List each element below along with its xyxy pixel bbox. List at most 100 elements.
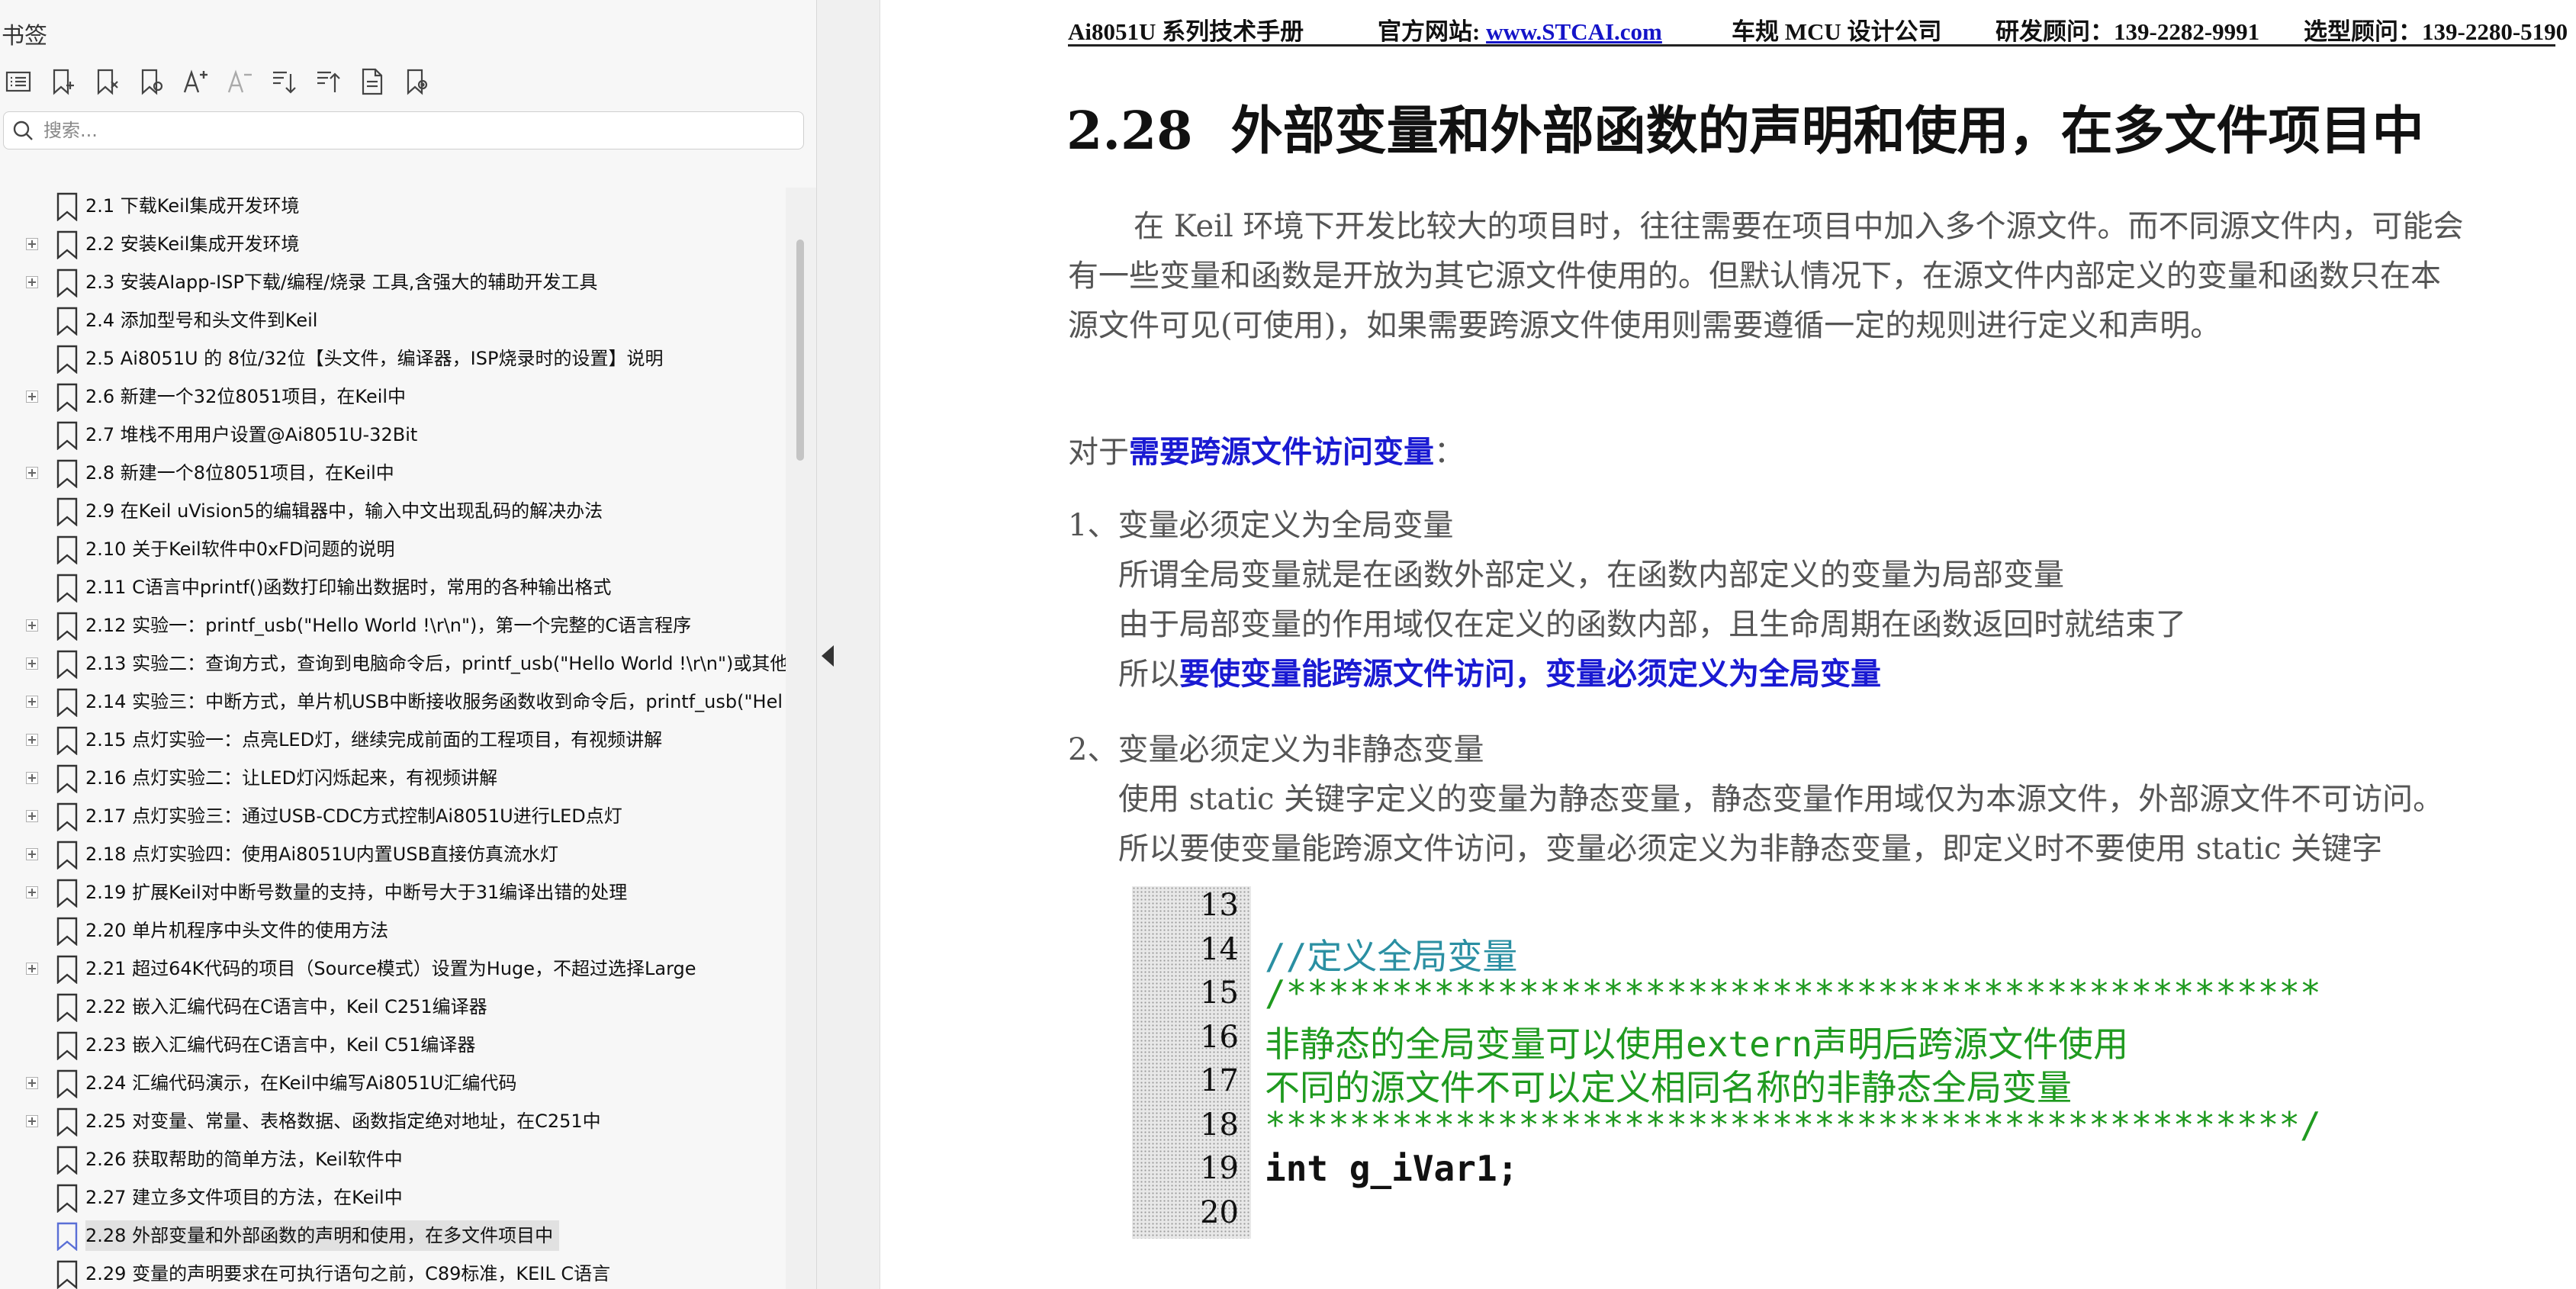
- bookmark-item[interactable]: 2.15 点灯实验一：点亮LED灯，继续完成前面的工程项目，有视频讲解: [0, 722, 786, 758]
- expand-toggle-icon[interactable]: [26, 772, 38, 784]
- expand-toggle-icon[interactable]: [26, 276, 38, 288]
- bookmark-item[interactable]: 2.29 变量的声明要求在可执行语句之前，C89标准，KEIL C语言: [0, 1255, 786, 1289]
- bookmark-icon: [56, 268, 78, 297]
- expand-all-icon[interactable]: [265, 63, 302, 101]
- collapse-panel-icon[interactable]: [822, 645, 834, 667]
- expand-toggle-icon[interactable]: [26, 238, 38, 250]
- rule1-line-1: 所谓全局变量就是在函数外部定义，在函数内部定义的变量为局部变量: [1118, 558, 2064, 593]
- bookmark-scrollbar[interactable]: [786, 188, 816, 1289]
- bookmarks-panel: 书签 搜索... 2.1 下载Keil集成开发环境 2.2 安装Keil集成开发…: [0, 0, 817, 1289]
- decrease-font-icon[interactable]: [221, 63, 258, 101]
- bookmark-icon: [56, 650, 78, 679]
- bookmark-item[interactable]: 2.3 安装AIapp-ISP下载/编程/烧录 工具,含强大的辅助开发工具: [0, 264, 786, 301]
- bookmark-item[interactable]: 2.22 嵌入汇编代码在C语言中，Keil C251编译器: [0, 988, 786, 1025]
- bookmark-item[interactable]: 2.26 获取帮助的简单方法，Keil软件中: [0, 1141, 786, 1178]
- code-screenshot: 13 14 //定义全局变量 15 /*************************…: [1132, 886, 2414, 1239]
- panel-title: 书签: [2, 23, 47, 50]
- expand-toggle-icon[interactable]: [26, 848, 38, 860]
- expand-toggle-icon[interactable]: [26, 734, 38, 746]
- bookmark-label: 2.16 点灯实验二：让LED灯闪烁起来，有视频讲解: [85, 767, 498, 789]
- bookmark-item[interactable]: 2.5 Ai8051U 的 8位/32位【头文件，编译器，ISP烧录时的设置】说…: [0, 340, 786, 377]
- search-input[interactable]: [42, 117, 793, 144]
- delete-bookmark-icon[interactable]: [88, 63, 125, 101]
- rule1-line-3: 所以要使变量能跨源文件访问，变量必须定义为全局变量: [1118, 649, 1881, 693]
- bookmark-item[interactable]: 2.19 扩展Keil对中断号数量的支持，中断号大于31编译出错的处理: [0, 874, 786, 911]
- bookmark-item[interactable]: 2.12 实验一：printf_usb("Hello World !\r\n")…: [0, 607, 786, 644]
- bookmark-item[interactable]: 2.23 嵌入汇编代码在C语言中，Keil C51编译器: [0, 1027, 786, 1063]
- bookmark-label: 2.2 安装Keil集成开发环境: [85, 233, 300, 255]
- bookmark-item[interactable]: 2.10 关于Keil软件中0xFD问题的说明: [0, 531, 786, 567]
- bookmark-label: 2.13 实验二：查询方式，查询到电脑命令后，printf_usb("Hello…: [85, 653, 786, 674]
- scrollbar-thumb[interactable]: [796, 239, 804, 461]
- site-link[interactable]: www.STCAI.com: [1486, 18, 1662, 45]
- section-title: 外部变量和外部函数的声明和使用，在多文件项目中: [1230, 101, 2424, 162]
- bookmark-item[interactable]: 2.9 在Keil uVision5的编辑器中，输入中文出现乱码的解决办法: [0, 493, 786, 529]
- bookmark-item[interactable]: 2.1 下载Keil集成开发环境: [0, 188, 786, 224]
- bookmark-list-icon[interactable]: [0, 63, 37, 101]
- rule1-prefix: 所以: [1118, 657, 1179, 692]
- bookmark-item[interactable]: 2.28 外部变量和外部函数的声明和使用，在多文件项目中: [0, 1217, 786, 1254]
- code-line-number: 18: [1200, 1107, 1239, 1143]
- bookmark-item[interactable]: 2.17 点灯实验三：通过USB-CDC方式控制Ai8051U进行LED点灯: [0, 798, 786, 834]
- code-line-number: 19: [1200, 1151, 1239, 1186]
- expand-toggle-icon[interactable]: [26, 1115, 38, 1127]
- expand-toggle-icon[interactable]: [26, 657, 38, 670]
- code-line: ****************************************…: [1265, 1104, 2321, 1146]
- expand-toggle-icon[interactable]: [26, 619, 38, 632]
- bookmark-item[interactable]: 2.14 实验三：中断方式，单片机USB中断接收服务函数收到命令后，printf…: [0, 683, 786, 720]
- bookmark-icon: [56, 879, 78, 908]
- bookmark-properties-icon[interactable]: [133, 63, 169, 101]
- bookmark-item[interactable]: 2.18 点灯实验四：使用Ai8051U内置USB直接仿真流水灯: [0, 836, 786, 873]
- dev-contact: 研发顾问：139-2282-9991: [1996, 18, 2260, 45]
- bookmark-label: 2.10 关于Keil软件中0xFD问题的说明: [85, 538, 395, 560]
- bookmark-item[interactable]: 2.2 安装Keil集成开发环境: [0, 226, 786, 262]
- bookmark-icon: [56, 955, 78, 984]
- bookmark-label: 2.27 建立多文件项目的方法，在Keil中: [85, 1187, 403, 1208]
- bookmark-label: 2.15 点灯实验一：点亮LED灯，继续完成前面的工程项目，有视频讲解: [85, 729, 663, 751]
- bookmark-item[interactable]: 2.21 超过64K代码的项目（Source模式）设置为Huge，不超过选择La…: [0, 950, 786, 987]
- bookmark-label: 2.8 新建一个8位8051项目，在Keil中: [85, 462, 394, 484]
- expand-toggle-icon[interactable]: [26, 467, 38, 479]
- bookmark-item[interactable]: 2.16 点灯实验二：让LED灯闪烁起来，有视频讲解: [0, 760, 786, 796]
- bookmark-icon: [56, 383, 78, 412]
- search-icon: [13, 121, 33, 140]
- bookmark-label: 2.21 超过64K代码的项目（Source模式）设置为Huge，不超过选择La…: [85, 958, 696, 979]
- bookmark-search: [3, 111, 804, 149]
- expand-toggle-icon[interactable]: [26, 810, 38, 822]
- add-bookmark-icon[interactable]: [44, 63, 81, 101]
- bookmark-item[interactable]: 2.7 堆栈不用用户设置@Ai8051U-32Bit: [0, 416, 786, 453]
- code-line: //定义全局变量: [1265, 935, 1518, 977]
- bookmark-item[interactable]: 2.25 对变量、常量、表格数据、函数指定绝对地址，在C251中: [0, 1103, 786, 1140]
- bookmark-icon: [56, 612, 78, 641]
- bookmark-item[interactable]: 2.8 新建一个8位8051项目，在Keil中: [0, 455, 786, 491]
- bookmark-item[interactable]: 2.13 实验二：查询方式，查询到电脑命令后，printf_usb("Hello…: [0, 645, 786, 682]
- locate-bookmark-icon[interactable]: [398, 63, 435, 101]
- expand-toggle-icon[interactable]: [26, 696, 38, 708]
- bookmark-icon: [56, 421, 78, 450]
- bookmark-icon: [56, 307, 78, 336]
- code-line-number: 13: [1200, 888, 1239, 923]
- bookmark-label: 2.26 获取帮助的简单方法，Keil软件中: [85, 1149, 403, 1170]
- collapse-all-icon[interactable]: [310, 63, 346, 101]
- bookmark-item[interactable]: 2.6 新建一个32位8051项目，在Keil中: [0, 378, 786, 415]
- section-heading: 2.28 外部变量和外部函数的声明和使用，在多文件项目中: [1066, 88, 2424, 164]
- bookmark-item[interactable]: 2.11 C语言中printf()函数打印输出数据时，常用的各种输出格式: [0, 569, 786, 606]
- code-line-number: 14: [1200, 931, 1239, 967]
- expand-toggle-icon[interactable]: [26, 391, 38, 403]
- increase-font-icon[interactable]: [177, 63, 214, 101]
- bookmark-item[interactable]: 2.27 建立多文件项目的方法，在Keil中: [0, 1179, 786, 1216]
- bookmark-label: 2.11 C语言中printf()函数打印输出数据时，常用的各种输出格式: [85, 577, 612, 598]
- code-line: int g_iVar1;: [1265, 1148, 1519, 1189]
- expand-toggle-icon[interactable]: [26, 886, 38, 898]
- bookmark-icon: [56, 1031, 78, 1060]
- code-line-number: 16: [1200, 1019, 1239, 1055]
- panel-splitter[interactable]: [817, 0, 880, 1289]
- bookmark-label: 2.23 嵌入汇编代码在C语言中，Keil C51编译器: [85, 1034, 476, 1056]
- bookmark-item[interactable]: 2.4 添加型号和头文件到Keil: [0, 302, 786, 339]
- bookmark-icon: [56, 1222, 78, 1251]
- bookmark-item[interactable]: 2.24 汇编代码演示，在Keil中编写Ai8051U汇编代码: [0, 1065, 786, 1101]
- bookmark-document-icon[interactable]: [354, 63, 391, 101]
- expand-toggle-icon[interactable]: [26, 963, 38, 975]
- bookmark-item[interactable]: 2.20 单片机程序中头文件的使用方法: [0, 912, 786, 949]
- expand-toggle-icon[interactable]: [26, 1077, 38, 1089]
